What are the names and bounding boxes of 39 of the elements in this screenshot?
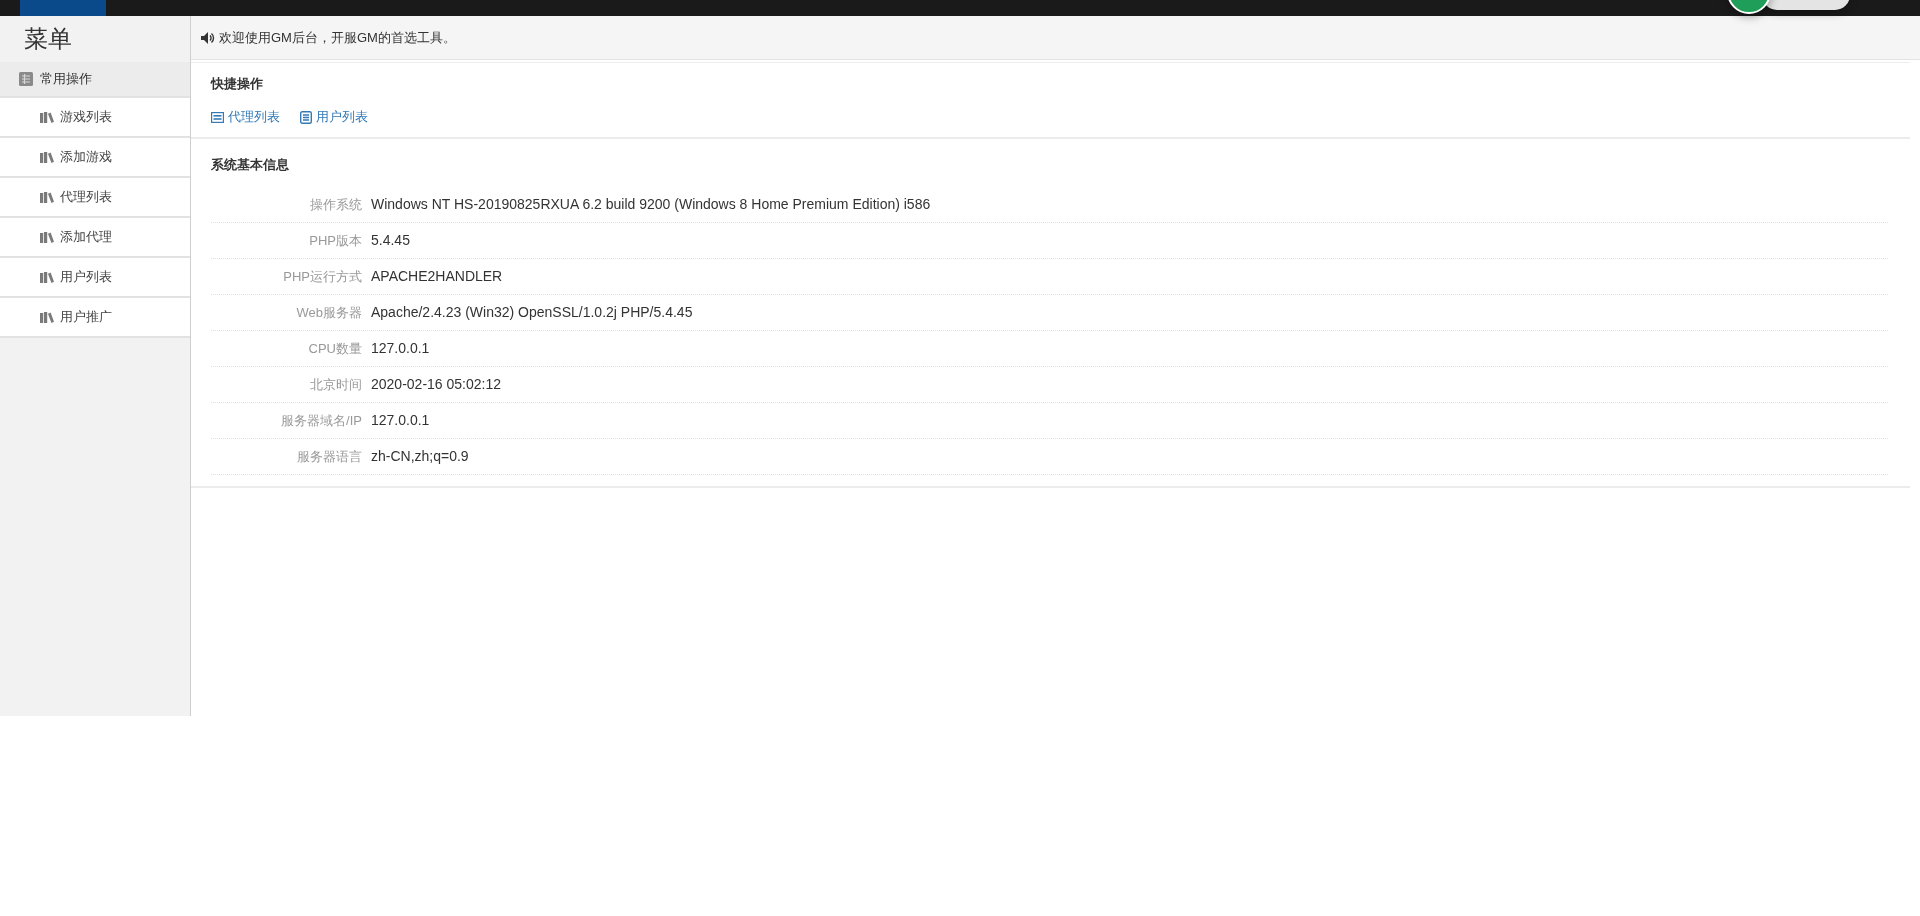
panel-title: 系统基本信息 xyxy=(211,156,290,175)
info-label: 北京时间 xyxy=(309,375,362,394)
panel-title: 快捷操作 xyxy=(211,75,264,94)
info-value: 127.0.0.1 xyxy=(370,339,430,358)
document-icon xyxy=(300,110,312,124)
info-label: 操作系统 xyxy=(309,195,362,214)
info-value: Windows NT HS-20190825RXUA 6.2 build 9200 (Windows 8 Home Premium Edition) i586 xyxy=(370,195,931,214)
books-icon xyxy=(40,311,54,323)
books-icon xyxy=(40,231,54,243)
info-value: zh-CN,zh;q=0.9 xyxy=(370,447,469,466)
books-icon xyxy=(40,191,54,203)
info-value: 127.0.0.1 xyxy=(370,411,430,430)
quick-link[interactable]: 用户列表 xyxy=(300,107,368,127)
info-label: Web服务器 xyxy=(295,303,362,322)
books-icon xyxy=(40,111,54,123)
books-icon xyxy=(40,271,54,283)
menu-item[interactable]: 游戏列表 xyxy=(0,98,190,138)
info-label: 服务器域名/IP xyxy=(280,411,362,430)
menu-item[interactable]: 代理列表 xyxy=(0,178,190,218)
list-icon xyxy=(19,72,33,86)
menu-item[interactable]: 用户推广 xyxy=(0,298,190,338)
info-value: Apache/2.4.23 (Win32) OpenSSL/1.0.2j PHP/5.4.45 xyxy=(370,303,693,322)
menu-item[interactable]: 添加游戏 xyxy=(0,138,190,178)
notice-text: 欢迎使用GM后台，开服GM的首选工具。 xyxy=(219,28,456,47)
info-value: 2020-02-16 05:02:12 xyxy=(370,375,501,394)
books-icon xyxy=(40,151,54,163)
quick-link[interactable]: 代理列表 xyxy=(211,107,280,127)
speaker-icon xyxy=(201,31,215,44)
sidebar-title: 菜单 xyxy=(23,24,73,54)
info-label: CPU数量 xyxy=(307,339,362,358)
info-value: APACHE2HANDLER xyxy=(370,267,503,286)
menu-item[interactable]: 用户列表 xyxy=(0,258,190,298)
info-label: PHP版本 xyxy=(308,231,362,250)
card-icon xyxy=(211,111,224,123)
info-label: 服务器语言 xyxy=(296,447,362,466)
info-label: PHP运行方式 xyxy=(282,267,362,286)
menu-group-header[interactable]: 常用操作 xyxy=(0,62,190,98)
menu-item[interactable]: 添加代理 xyxy=(0,218,190,258)
info-value: 5.4.45 xyxy=(370,231,410,250)
